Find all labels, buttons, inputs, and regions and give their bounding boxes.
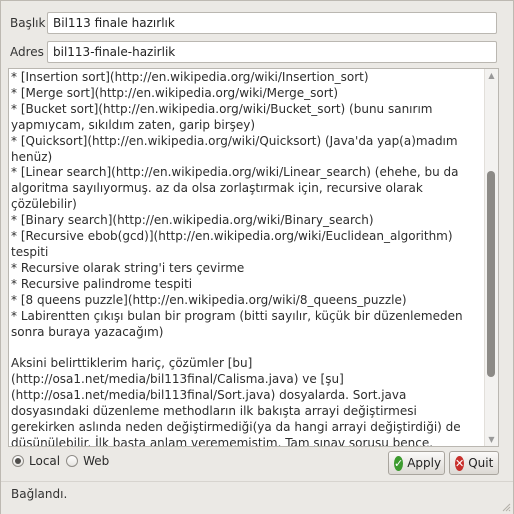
title-input[interactable]: Bil113 finale hazırlık <box>47 12 497 34</box>
radio-local-label[interactable]: Local <box>29 454 60 468</box>
check-icon: ✓ <box>394 455 404 471</box>
address-input[interactable]: bil113-finale-hazirlik <box>47 41 497 63</box>
content-editor[interactable]: * [Insertion sort](http://en.wikipedia.o… <box>8 68 499 447</box>
quit-button[interactable]: ✕ Quit <box>449 451 499 475</box>
radio-local[interactable]: Local <box>12 454 60 468</box>
vertical-scrollbar[interactable]: ▲ ▼ <box>484 69 498 446</box>
quit-button-label: Quit <box>468 456 494 470</box>
radio-web-label[interactable]: Web <box>83 454 109 468</box>
radio-web-indicator[interactable] <box>66 455 79 467</box>
address-row: Adres <box>10 41 46 63</box>
status-bar: Bağlandı. <box>1 481 513 514</box>
radio-web[interactable]: Web <box>66 454 109 468</box>
apply-button-label: Apply <box>407 456 442 470</box>
radio-local-indicator[interactable] <box>12 455 24 467</box>
scroll-up-icon[interactable]: ▲ <box>487 71 496 80</box>
address-label: Adres <box>10 45 44 59</box>
status-text: Bağlandı. <box>11 487 68 501</box>
scroll-down-icon[interactable]: ▼ <box>487 435 496 444</box>
scroll-thumb[interactable] <box>487 171 495 377</box>
apply-button[interactable]: ✓ Apply <box>388 451 445 475</box>
title-row: Başlık <box>10 12 46 34</box>
resize-grip-icon[interactable] <box>501 502 511 512</box>
content-text[interactable]: * [Insertion sort](http://en.wikipedia.o… <box>11 70 483 446</box>
title-label: Başlık <box>10 16 46 30</box>
app-window: Başlık Bil113 finale hazırlık Adres bil1… <box>0 0 514 514</box>
mode-radio-group: Local Web <box>12 454 109 468</box>
close-icon: ✕ <box>455 455 465 471</box>
